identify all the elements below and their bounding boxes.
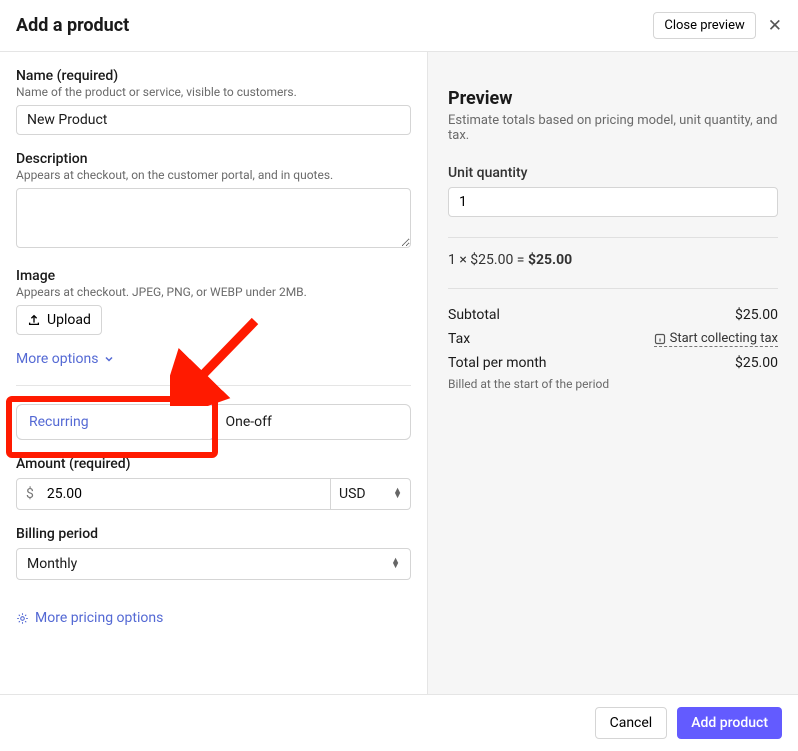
amount-input-group: $ USD ▲▼ xyxy=(16,478,411,510)
upload-icon xyxy=(27,313,41,327)
gear-icon xyxy=(16,612,29,625)
subtotal-row: Subtotal $25.00 xyxy=(448,303,778,327)
subtotal-label: Subtotal xyxy=(448,307,500,323)
more-pricing-options-link[interactable]: More pricing options xyxy=(16,610,163,626)
currency-symbol: $ xyxy=(17,479,43,509)
tax-link-label: Start collecting tax xyxy=(670,331,778,346)
tab-one-off[interactable]: One-off xyxy=(214,405,411,439)
total-value: $25.00 xyxy=(735,355,778,371)
more-options-label: More options xyxy=(16,351,99,367)
preview-subtitle: Estimate totals based on pricing model, … xyxy=(448,113,778,143)
modal-header: Add a product Close preview ✕ xyxy=(0,0,798,52)
amount-label: Amount (required) xyxy=(16,456,411,472)
amount-input[interactable] xyxy=(43,479,330,509)
tax-label: Tax xyxy=(448,331,470,347)
preview-divider xyxy=(448,237,778,238)
tab-recurring[interactable]: Recurring xyxy=(16,404,215,440)
calc-expression: 1 × $25.00 = xyxy=(448,252,528,268)
info-icon xyxy=(654,333,666,345)
preview-title: Preview xyxy=(448,88,778,109)
modal-footer: Cancel Add product xyxy=(0,694,798,751)
calc-result: $25.00 xyxy=(528,252,572,268)
tax-row: Tax Start collecting tax xyxy=(448,327,778,351)
more-pricing-label: More pricing options xyxy=(35,610,163,626)
currency-value: USD xyxy=(339,486,366,502)
pricing-type-toggle: Recurring One-off xyxy=(16,404,411,440)
chevron-updown-icon: ▲▼ xyxy=(391,559,400,569)
section-divider xyxy=(16,385,411,386)
name-label: Name (required) xyxy=(16,68,411,84)
currency-select[interactable]: USD ▲▼ xyxy=(330,479,410,509)
subtotal-value: $25.00 xyxy=(735,307,778,323)
preview-divider xyxy=(448,288,778,289)
name-hint: Name of the product or service, visible … xyxy=(16,85,411,99)
total-label: Total per month xyxy=(448,355,547,371)
start-collecting-tax-link[interactable]: Start collecting tax xyxy=(654,331,778,347)
billing-period-value: Monthly xyxy=(27,556,77,572)
more-options-link[interactable]: More options xyxy=(16,351,115,367)
close-icon[interactable]: ✕ xyxy=(768,16,782,36)
billing-period-select[interactable]: Monthly ▲▼ xyxy=(16,548,411,580)
calculation-line: 1 × $25.00 = $25.00 xyxy=(448,252,778,268)
form-panel: Name (required) Name of the product or s… xyxy=(0,52,428,702)
billed-note: Billed at the start of the period xyxy=(448,377,778,391)
preview-panel: Preview Estimate totals based on pricing… xyxy=(428,52,798,702)
upload-label: Upload xyxy=(47,312,91,328)
total-row: Total per month $25.00 xyxy=(448,351,778,375)
image-label: Image xyxy=(16,268,411,284)
name-input[interactable] xyxy=(16,105,411,135)
image-hint: Appears at checkout. JPEG, PNG, or WEBP … xyxy=(16,285,411,299)
chevron-down-icon xyxy=(103,353,115,365)
upload-button[interactable]: Upload xyxy=(16,305,102,335)
page-title: Add a product xyxy=(16,15,129,36)
description-input[interactable] xyxy=(16,188,411,248)
description-label: Description xyxy=(16,151,411,167)
unit-quantity-label: Unit quantity xyxy=(448,165,778,181)
chevron-updown-icon: ▲▼ xyxy=(393,489,402,499)
description-hint: Appears at checkout, on the customer por… xyxy=(16,168,411,182)
cancel-button[interactable]: Cancel xyxy=(595,707,668,739)
close-preview-button[interactable]: Close preview xyxy=(653,12,755,39)
unit-quantity-input[interactable] xyxy=(448,187,778,217)
add-product-button[interactable]: Add product xyxy=(677,707,782,739)
billing-period-label: Billing period xyxy=(16,526,411,542)
